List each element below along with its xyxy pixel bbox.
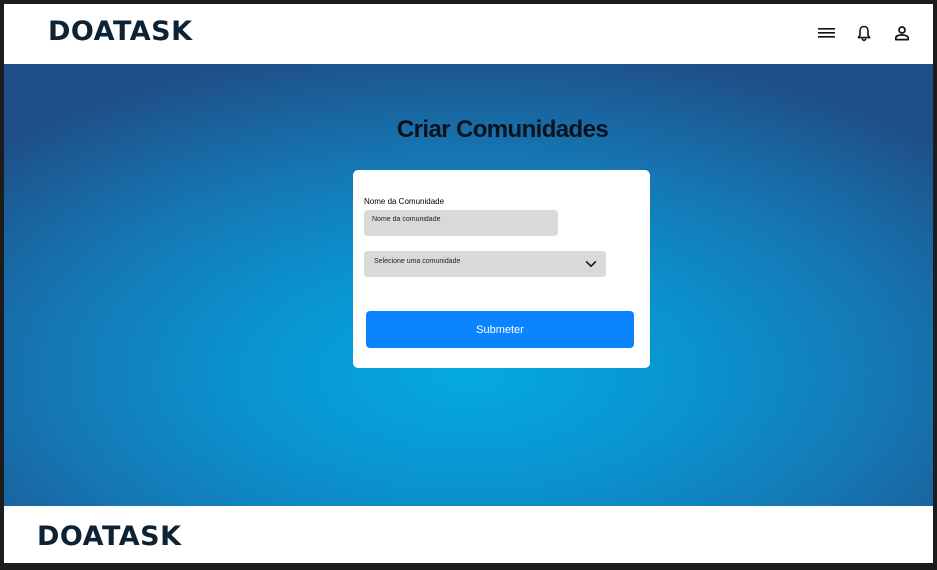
page-title: Criar Comunidades bbox=[396, 116, 609, 143]
community-name-label: Nome da Comunidade bbox=[364, 197, 445, 206]
footer: DOATASK bbox=[4, 506, 933, 563]
header-actions bbox=[817, 24, 911, 42]
header-logo[interactable]: DOATASK bbox=[48, 18, 193, 45]
community-name-input[interactable] bbox=[364, 210, 558, 236]
app-frame: DOATASK Criar Comunidades Nome da Comuni… bbox=[0, 0, 937, 570]
bell-icon[interactable] bbox=[855, 24, 873, 42]
create-community-form: Nome da Comunidade Selecione uma comunid… bbox=[353, 170, 650, 368]
community-select[interactable]: Selecione uma comunidade bbox=[364, 251, 606, 277]
submit-button[interactable]: Submeter bbox=[366, 311, 634, 348]
chevron-down-icon bbox=[585, 259, 597, 269]
user-icon[interactable] bbox=[893, 24, 911, 42]
menu-icon[interactable] bbox=[817, 24, 835, 42]
footer-logo: DOATASK bbox=[37, 521, 182, 552]
top-navbar: DOATASK bbox=[4, 4, 933, 64]
community-select-value: Selecione uma comunidade bbox=[374, 258, 461, 265]
hero-section: Criar Comunidades Nome da Comunidade Sel… bbox=[4, 64, 933, 506]
